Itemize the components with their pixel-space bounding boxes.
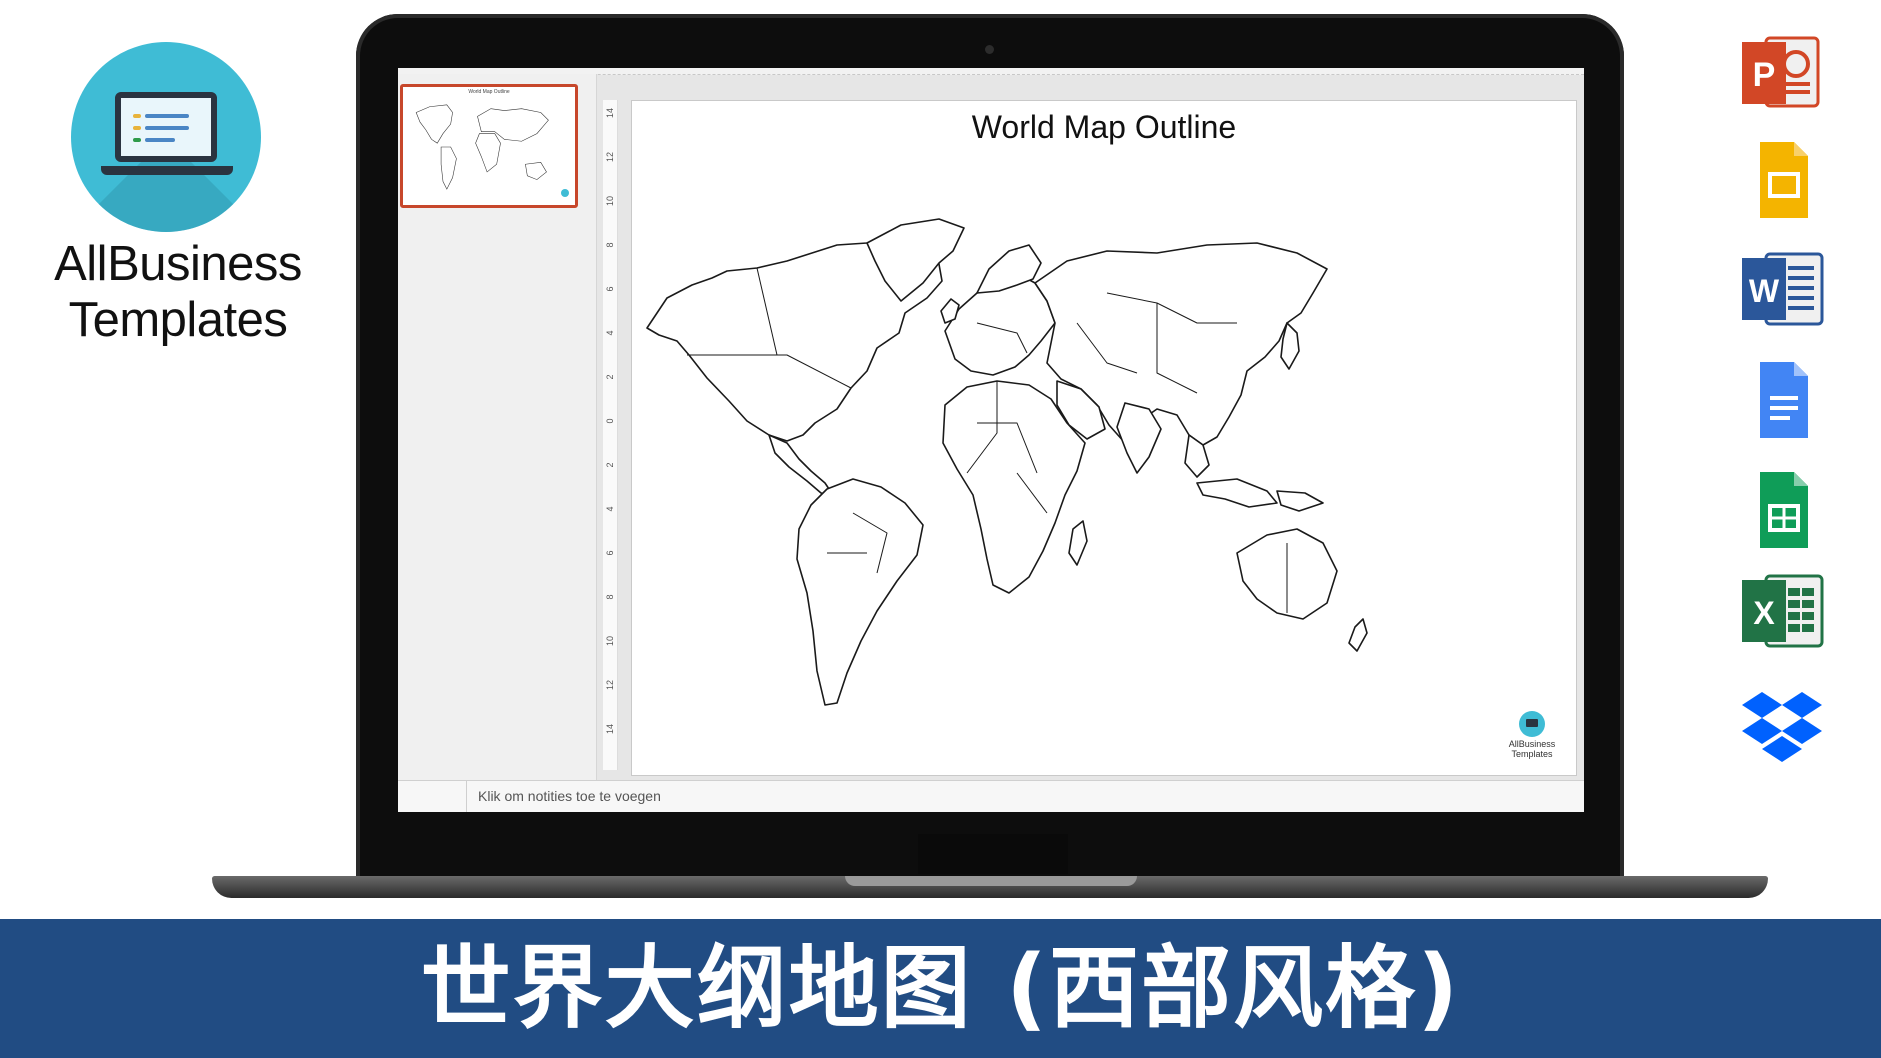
word-icon[interactable]: W xyxy=(1738,244,1826,332)
south-america-outline xyxy=(796,478,924,706)
new-guinea-outline xyxy=(1276,490,1324,512)
notes-divider xyxy=(466,781,467,812)
central-america-outline xyxy=(768,434,834,496)
ruler-tick: 8 xyxy=(605,242,615,248)
india-outline xyxy=(1116,402,1162,474)
slide-logo: AllBusiness Templates xyxy=(1502,711,1562,759)
new-zealand-outline xyxy=(1348,618,1368,652)
slide-logo-icon xyxy=(1519,711,1545,737)
notes-pane[interactable]: Klik om notities toe te voegen xyxy=(398,780,1584,812)
excel-letter: X xyxy=(1753,595,1775,631)
google-docs-icon[interactable] xyxy=(1738,356,1826,444)
slide-canvas[interactable]: World Map Outline AllBusiness Templates xyxy=(631,100,1577,776)
powerpoint-letter: P xyxy=(1753,56,1776,94)
thumbnail-title: World Map Outline xyxy=(468,89,510,95)
word-letter: W xyxy=(1749,273,1780,309)
ruler-tick: 0 xyxy=(605,418,615,424)
ruler-tick: 14 xyxy=(605,724,615,735)
world-map-outline[interactable] xyxy=(637,173,1567,733)
brand-name-line2: Templates xyxy=(68,293,288,347)
brand-logo: AllBusiness Templates xyxy=(28,36,328,366)
thumbnail-map xyxy=(415,104,549,190)
indonesia-outline xyxy=(1196,478,1278,508)
ruler-tick: 2 xyxy=(605,374,615,380)
ruler-tick: 8 xyxy=(605,594,615,600)
ruler-tick: 14 xyxy=(605,108,615,119)
excel-icon[interactable]: X xyxy=(1738,566,1826,654)
ruler-tick: 12 xyxy=(605,680,615,691)
ruler-tick: 6 xyxy=(605,286,615,292)
brand-name: AllBusiness Templates xyxy=(28,236,328,348)
ruler-tick: 10 xyxy=(605,636,615,647)
vertical-ruler: 14 12 10 8 6 4 2 0 2 4 6 8 10 12 14 xyxy=(603,100,618,770)
slide-title[interactable]: World Map Outline xyxy=(632,109,1576,146)
laptop-icon xyxy=(71,42,261,232)
notes-placeholder[interactable]: Klik om notities toe te voegen xyxy=(478,788,661,804)
presentation-window: World Map Outline 14 12 10 8 6 4 2 0 2 4… xyxy=(398,68,1584,812)
title-banner: 世界大纲地图 (西部风格) xyxy=(0,919,1881,1058)
ruler-tick: 12 xyxy=(605,152,615,163)
google-sheets-icon[interactable] xyxy=(1738,466,1826,554)
ruler-tick: 4 xyxy=(605,506,615,512)
ruler-tick: 2 xyxy=(605,462,615,468)
madagascar-outline xyxy=(1068,520,1088,566)
ruler-tick: 10 xyxy=(605,196,615,207)
powerpoint-icon[interactable]: P xyxy=(1738,28,1826,116)
laptop-hinge-block xyxy=(918,834,1068,874)
brand-name-line1: AllBusiness xyxy=(54,237,302,291)
slide-logo-line1: AllBusiness xyxy=(1508,739,1556,749)
google-slides-icon[interactable] xyxy=(1738,136,1826,224)
laptop-trackpad-notch xyxy=(845,876,1137,886)
camera-icon xyxy=(985,45,994,54)
dropbox-icon[interactable] xyxy=(1738,686,1826,774)
slide-logo-line2: Templates xyxy=(1511,749,1553,759)
slide-thumbnail-panel: World Map Outline xyxy=(398,74,597,794)
banner-title: 世界大纲地图 (西部风格) xyxy=(420,936,1461,1041)
ruler-tick: 6 xyxy=(605,550,615,556)
ruler-tick: 4 xyxy=(605,330,615,336)
thumbnail-logo-icon xyxy=(561,189,569,197)
slide-thumbnail-1[interactable]: World Map Outline xyxy=(400,84,578,208)
